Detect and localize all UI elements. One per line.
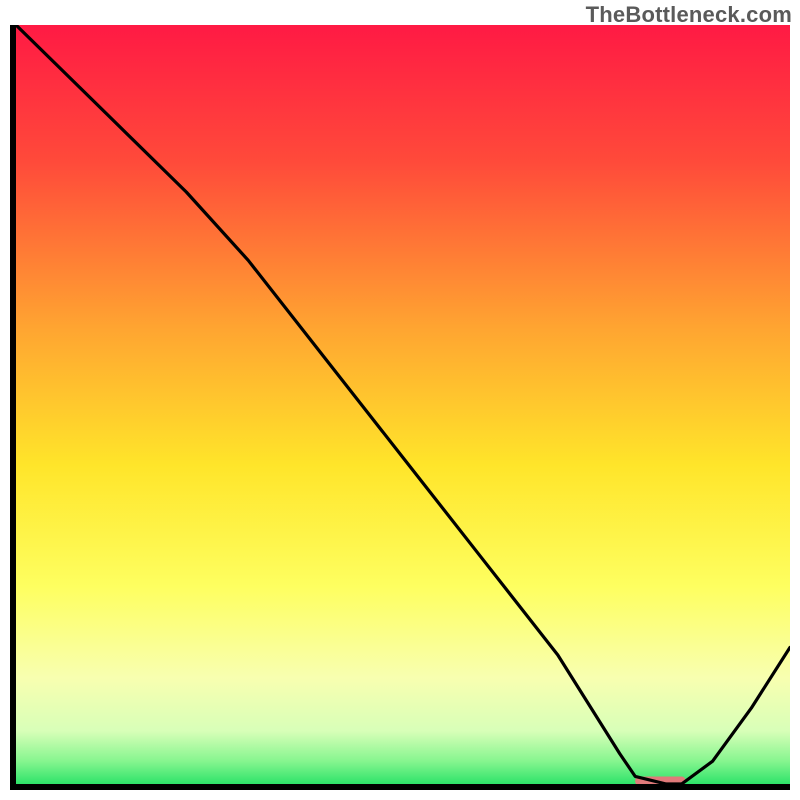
attribution-label: TheBottleneck.com	[586, 2, 792, 28]
plot-svg	[16, 25, 790, 784]
plot-frame	[10, 25, 790, 790]
chart-container: TheBottleneck.com	[0, 0, 800, 800]
